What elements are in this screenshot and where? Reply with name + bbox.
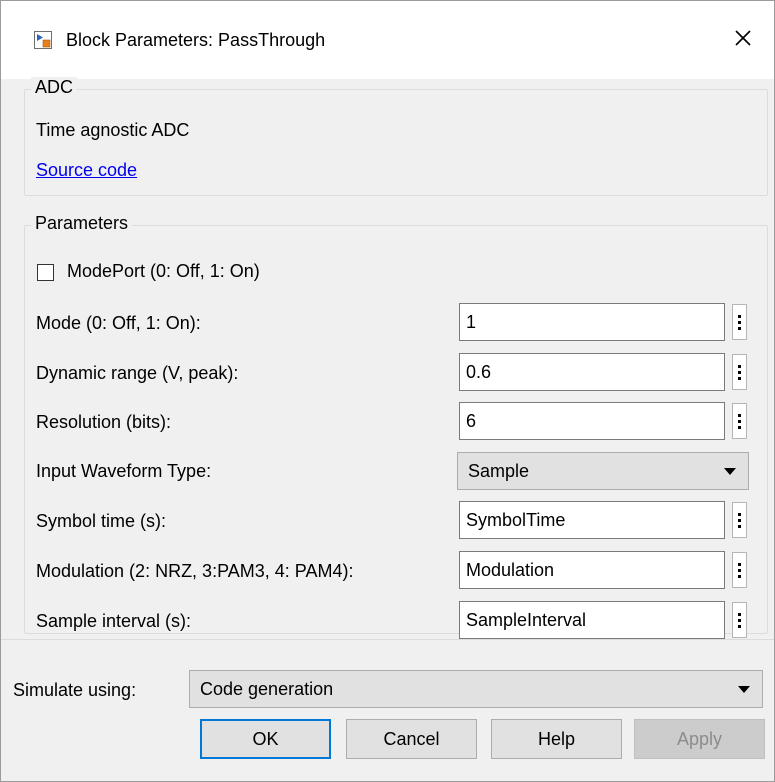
adc-description: Time agnostic ADC	[36, 120, 190, 140]
sample-interval-label: Sample interval (s):	[36, 611, 192, 631]
cancel-button[interactable]: Cancel	[346, 719, 477, 759]
modulation-input[interactable]: Modulation	[459, 551, 725, 589]
mode-input[interactable]: 1	[459, 303, 725, 341]
more-icon	[738, 562, 741, 566]
sample-interval-more-button[interactable]	[732, 602, 747, 638]
symbol-time-input[interactable]: SymbolTime	[459, 501, 725, 539]
chevron-down-icon	[724, 468, 736, 475]
modeport-label: ModePort (0: Off, 1: On)	[67, 261, 260, 281]
input-waveform-type-select[interactable]: Sample	[457, 452, 749, 490]
sample-interval-input[interactable]: SampleInterval	[459, 601, 725, 639]
dynamic-range-more-button[interactable]	[732, 354, 747, 390]
resolution-label: Resolution (bits):	[36, 412, 172, 432]
more-icon	[738, 612, 741, 616]
window-title: Block Parameters: PassThrough	[66, 30, 326, 50]
close-button[interactable]	[723, 21, 763, 59]
modeport-checkbox[interactable]	[37, 264, 54, 281]
block-parameters-dialog: Block Parameters: PassThrough ADC Time a…	[0, 0, 775, 782]
input-waveform-type-label: Input Waveform Type:	[36, 461, 212, 481]
modulation-more-button[interactable]	[732, 552, 747, 588]
apply-button[interactable]: Apply	[634, 719, 765, 759]
more-icon	[738, 413, 741, 417]
simulink-block-icon	[34, 31, 52, 49]
mode-more-button[interactable]	[732, 304, 747, 340]
simulate-using-select[interactable]: Code generation	[189, 670, 763, 708]
title-bar: Block Parameters: PassThrough	[1, 1, 774, 79]
simulate-using-label: Simulate using:	[13, 680, 137, 700]
divider	[1, 639, 774, 640]
dynamic-range-input[interactable]: 0.6	[459, 353, 725, 391]
ok-button[interactable]: OK	[200, 719, 331, 759]
input-waveform-type-value: Sample	[468, 460, 530, 481]
dynamic-range-label: Dynamic range (V, peak):	[36, 363, 239, 383]
simulate-using-value: Code generation	[200, 678, 334, 699]
modulation-label: Modulation (2: NRZ, 3:PAM3, 4: PAM4):	[36, 561, 354, 581]
parameters-group-label: Parameters	[31, 213, 133, 234]
mode-label: Mode (0: Off, 1: On):	[36, 313, 201, 333]
symbol-time-label: Symbol time (s):	[36, 511, 167, 531]
help-button[interactable]: Help	[491, 719, 622, 759]
source-code-link[interactable]: Source code	[36, 160, 137, 181]
adc-group-label: ADC	[31, 77, 78, 98]
symbol-time-more-button[interactable]	[732, 502, 747, 538]
more-icon	[738, 364, 741, 368]
resolution-more-button[interactable]	[732, 403, 747, 439]
more-icon	[738, 512, 741, 516]
chevron-down-icon	[738, 686, 750, 693]
close-icon	[734, 29, 752, 52]
resolution-input[interactable]: 6	[459, 402, 725, 440]
more-icon	[738, 314, 741, 318]
